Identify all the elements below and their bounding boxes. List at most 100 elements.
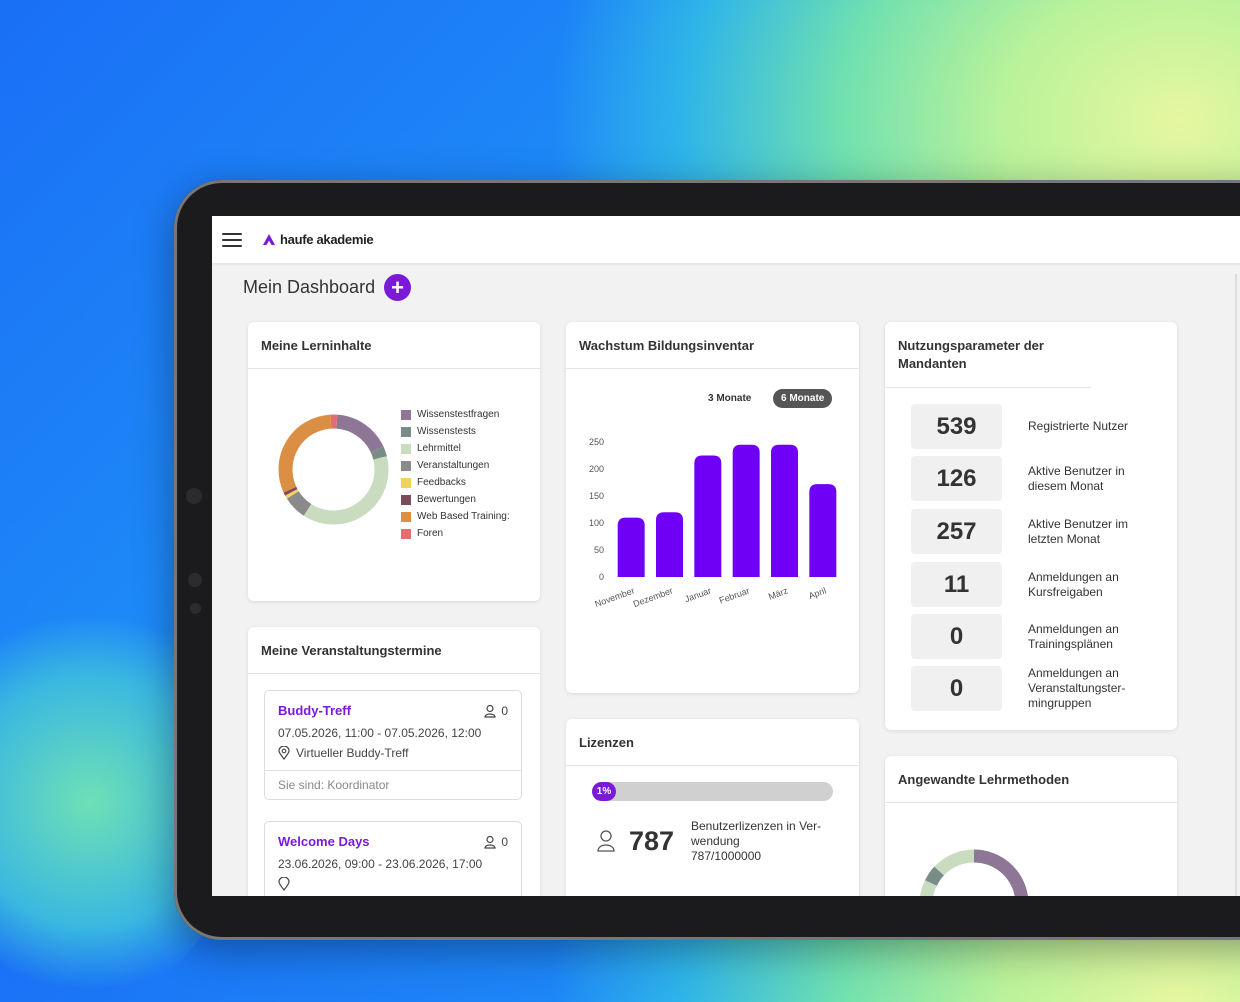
top-bar: haufe akademie [212,216,1240,263]
card-title: Angewandte Lehrmethoden [885,756,1177,803]
tablet-camera [186,488,202,504]
bar[interactable] [618,518,645,577]
brand-logo[interactable]: haufe akademie [262,232,373,247]
legend-item[interactable]: Bewertungen [401,491,510,508]
card-lehrmethoden: Angewandte Lehrmethoden [885,756,1177,896]
card-lizenzen: Lizenzen 1% 787 Benutzerlizenzen in Ver-… [566,719,859,896]
legend-label: Foren [417,528,443,539]
dashboard-header: Mein Dashboard + [243,274,411,301]
menu-icon[interactable] [222,233,242,247]
legend-item[interactable]: Foren [401,525,510,542]
brand-name: haufe akademie [280,232,373,247]
stat-row: 126 Aktive Benutzer in diesem Monat [911,456,1148,501]
legend-swatch [401,427,411,437]
person-icon [483,704,497,718]
legend-swatch [401,478,411,488]
y-tick-label: 0 [599,572,604,582]
y-tick-label: 150 [589,491,604,501]
event-role: Sie sind: Koordinator [265,770,521,799]
event-title[interactable]: Welcome Days [278,834,370,849]
card-title: Meine Lerninhalte [248,322,540,369]
stat-label: Anmeldungen an Kursfreigaben [1028,570,1148,600]
x-tick-label: November [593,585,635,609]
legend-item[interactable]: Lehrmittel [401,440,510,457]
legend-swatch [401,529,411,539]
card-title: Nutzungsparameter der Mandanten [885,322,1091,388]
participant-count-value: 0 [501,704,508,718]
card-veranstaltungen: Meine Veranstaltungstermine Buddy-Treff … [248,627,540,896]
y-tick-label: 100 [589,518,604,528]
person-icon [483,835,497,849]
bar[interactable] [733,445,760,577]
lehrmethoden-donut-chart [919,849,1029,896]
license-label-text: Benutzerlizenzen in Ver-wendung [691,819,841,849]
legend-swatch [401,495,411,505]
legend-swatch [401,461,411,471]
location-pin-icon [278,877,290,891]
lerninhalte-legend: Wissenstestfragen Wissenstests Lehrmittel V… [401,406,510,542]
x-tick-label: Dezember [632,585,674,609]
donut-slice[interactable] [307,458,381,518]
card-wachstum: Wachstum Bildungsinventar 3 Monate 6 Mon… [566,322,859,693]
license-ratio: 787/1000000 [691,849,841,864]
donut-slice[interactable] [286,422,331,490]
card-title: Meine Veranstaltungstermine [248,627,540,674]
x-tick-label: April [807,585,827,601]
x-tick-label: Februar [718,585,751,605]
license-count: 787 [629,826,674,857]
tablet-sensor [188,573,202,587]
event-title[interactable]: Buddy-Treff [278,703,351,718]
donut-slice[interactable] [290,490,291,493]
bar[interactable] [809,484,836,577]
stat-label: Aktive Benutzer in diesem Monat [1028,464,1148,494]
participant-count: 0 [483,703,508,718]
donut-slice[interactable] [377,449,380,458]
bar[interactable] [656,512,683,577]
card-title: Wachstum Bildungsinventar [566,322,859,369]
page-title: Mein Dashboard [243,277,375,298]
participant-count-value: 0 [501,835,508,849]
stat-label: Anmeldungen an Veranstaltungster-mingrup… [1028,666,1148,711]
legend-swatch [401,444,411,454]
legend-label: Wissenstestfragen [417,409,499,420]
legend-item[interactable]: Wissenstests [401,423,510,440]
legend-item[interactable]: Feedbacks [401,474,510,491]
donut-slice[interactable] [293,495,308,510]
event-card[interactable]: Buddy-Treff 0 07.05.2026, 11:00 - 07.05.… [264,690,522,800]
donut-slice[interactable] [337,422,377,450]
legend-item[interactable]: Veranstaltungen [401,457,510,474]
legend-item[interactable]: Wissenstestfragen [401,406,510,423]
bar[interactable] [771,445,798,577]
toggle-6-monate[interactable]: 6 Monate [773,389,832,408]
stat-value: 257 [911,509,1002,554]
event-date: 07.05.2026, 11:00 - 07.05.2026, 12:00 [265,724,521,742]
stat-row: 11Anmeldungen an Kursfreigaben [911,562,1148,607]
lehrmethoden-segment [974,856,1022,896]
legend-label: Lehrmittel [417,443,461,454]
stat-value: 0 [911,666,1002,711]
event-location [265,873,521,895]
bar[interactable] [694,456,721,578]
user-icon [597,830,615,852]
card-nutzung: Nutzungsparameter der Mandanten 539Regis… [885,322,1177,730]
app-screen: haufe akademie Mein Dashboard + Meine Le… [212,216,1240,896]
legend-label: Feedbacks [417,477,466,488]
card-title: Lizenzen [566,719,859,766]
license-progress-bar: 1% [592,782,833,801]
legend-item[interactable]: Web Based Training: [401,508,510,525]
add-widget-button[interactable]: + [384,274,411,301]
donut-slice[interactable] [291,492,293,495]
license-progress-fill: 1% [592,782,616,801]
scrollbar-track[interactable] [1235,274,1237,896]
legend-label: Web Based Training: [417,511,510,522]
tablet-sensor-small [190,603,201,614]
stat-value: 126 [911,456,1002,501]
legend-swatch [401,512,411,522]
stat-label: Aktive Benutzer im letzten Monat [1028,517,1148,547]
toggle-3-monate[interactable]: 3 Monate [700,389,759,408]
haufe-logo-icon [262,233,276,247]
stat-label: Anmeldungen an Trainingsplänen [1028,622,1148,652]
location-pin-icon [278,746,290,760]
event-card[interactable]: Welcome Days 0 23.06.2026, 09:00 - 23.06… [264,821,522,896]
event-date: 23.06.2026, 09:00 - 23.06.2026, 17:00 [265,855,521,873]
